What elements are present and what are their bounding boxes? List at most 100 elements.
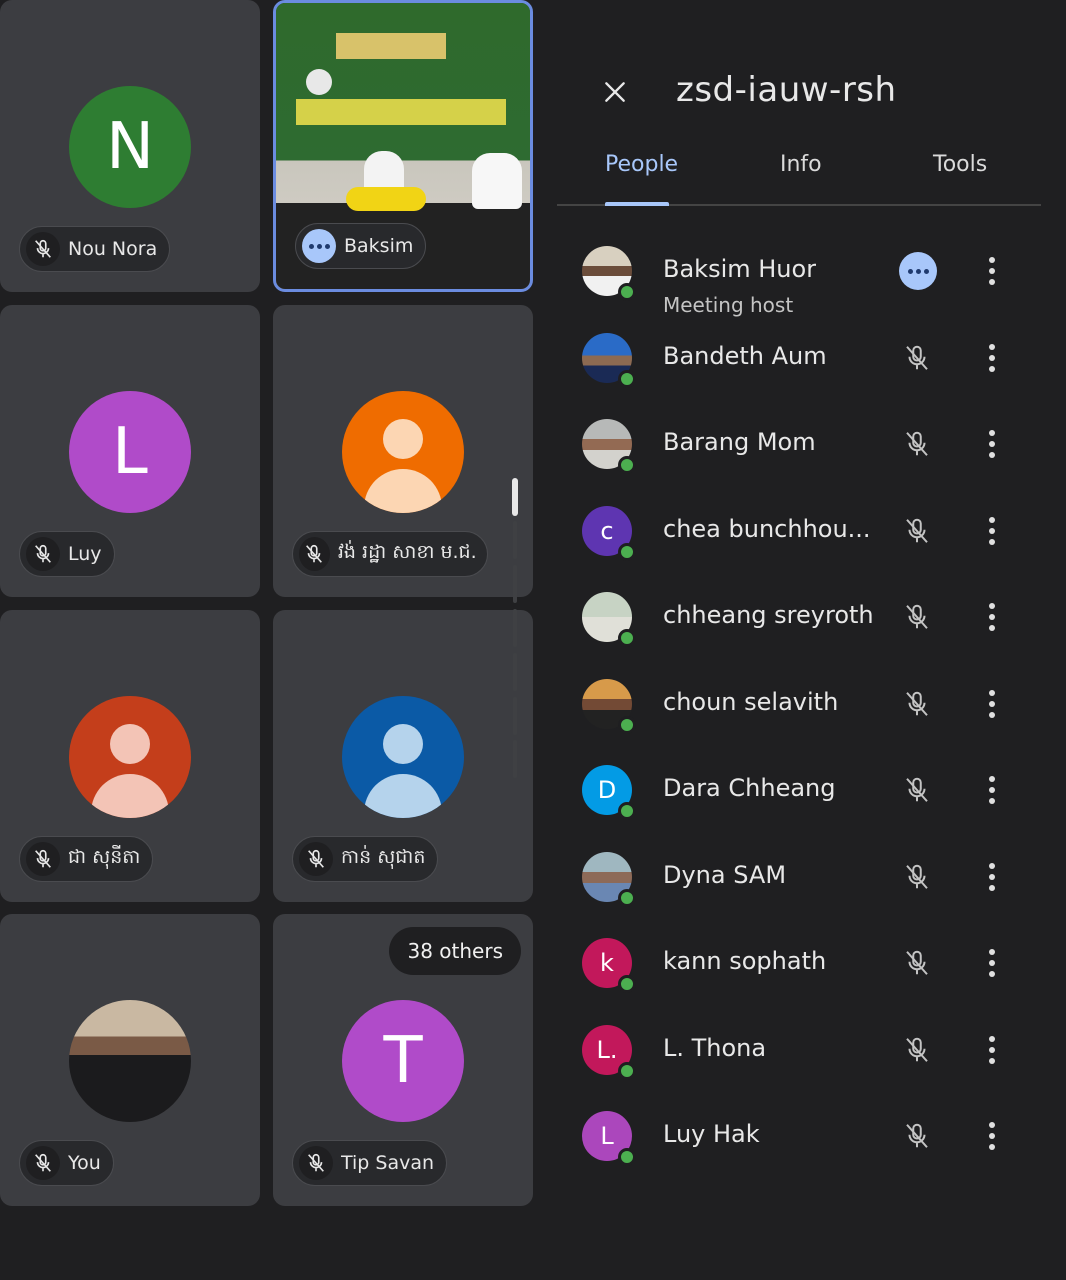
online-status-dot xyxy=(618,716,636,734)
mic-off-icon xyxy=(26,1146,60,1180)
participant-row[interactable]: L. L. Thona xyxy=(545,1006,1066,1092)
participant-name-pill: Luy xyxy=(19,531,115,577)
participant-tile[interactable]: កាន់ សុជាត xyxy=(273,610,533,902)
online-status-dot xyxy=(618,1148,636,1166)
scrollbar-page xyxy=(513,521,517,559)
participant-name: chheang sreyroth xyxy=(663,601,873,629)
online-status-dot xyxy=(618,370,636,388)
mic-off-icon[interactable] xyxy=(897,338,937,378)
participant-tile[interactable]: 38 others T Tip Savan xyxy=(273,914,533,1206)
mic-off-icon[interactable] xyxy=(897,424,937,464)
participant-row[interactable]: chheang sreyroth xyxy=(545,573,1066,659)
more-options-button[interactable] xyxy=(977,251,1007,291)
participant-name-pill: ជា សុនីតា xyxy=(19,836,154,882)
participant-name: Barang Mom xyxy=(663,428,816,456)
participant-name-pill: Tip Savan xyxy=(292,1140,448,1186)
avatar: L xyxy=(69,391,191,513)
tab-info[interactable]: Info xyxy=(780,152,822,177)
online-status-dot xyxy=(618,889,636,907)
video-grid: N Nou Nora Baksim L Luy វង់ រដ្ឋា សាខា ម… xyxy=(0,0,545,1280)
mic-off-icon[interactable] xyxy=(897,684,937,724)
online-status-dot xyxy=(618,283,636,301)
avatar xyxy=(69,696,191,818)
avatar xyxy=(342,391,464,513)
more-options-button[interactable] xyxy=(977,1030,1007,1070)
active-tab-indicator xyxy=(605,202,669,206)
more-options-button[interactable] xyxy=(977,338,1007,378)
participant-row[interactable]: c chea bunchhou... xyxy=(545,487,1066,573)
scrollbar-page xyxy=(513,740,517,778)
mic-off-icon[interactable] xyxy=(897,1030,937,1070)
participant-name: Baksim Huor xyxy=(663,255,817,283)
participant-name: Baksim xyxy=(344,235,414,257)
mic-off-icon xyxy=(26,232,60,266)
mic-off-icon[interactable] xyxy=(897,943,937,983)
more-options-button[interactable] xyxy=(977,511,1007,551)
online-status-dot xyxy=(618,802,636,820)
mic-off-icon xyxy=(26,842,60,876)
mic-off-icon xyxy=(299,1146,333,1180)
participant-row[interactable]: D Dara Chheang xyxy=(545,746,1066,832)
participant-tile[interactable]: ជា សុនីតា xyxy=(0,610,260,902)
online-status-dot xyxy=(618,629,636,647)
participant-tile-video[interactable]: Baksim xyxy=(273,0,533,292)
scrollbar-page xyxy=(513,565,517,603)
meeting-code: zsd-iauw-rsh xyxy=(676,70,897,110)
mic-off-icon xyxy=(299,842,333,876)
close-icon xyxy=(605,82,625,102)
participant-row[interactable]: choun selavith xyxy=(545,660,1066,746)
participant-row[interactable]: Bandeth Aum xyxy=(545,314,1066,400)
participant-name: ជា សុនីតា xyxy=(68,846,141,868)
participant-row[interactable]: Dyna SAM xyxy=(545,833,1066,919)
participant-row[interactable]: Baksim Huor Meeting host xyxy=(545,227,1066,317)
online-status-dot xyxy=(618,975,636,993)
mic-off-icon[interactable] xyxy=(897,857,937,897)
more-options-button[interactable] xyxy=(977,943,1007,983)
mic-off-icon[interactable] xyxy=(897,770,937,810)
mic-off-icon[interactable] xyxy=(897,597,937,637)
participant-tile[interactable]: វង់ រដ្ឋា សាខា ម.ជ.ជ xyxy=(273,305,533,597)
participant-tile[interactable]: N Nou Nora xyxy=(0,0,260,292)
scrollbar-page xyxy=(513,609,517,647)
tab-tools[interactable]: Tools xyxy=(933,152,987,177)
more-options-button[interactable] xyxy=(977,597,1007,637)
participant-name-pill: កាន់ សុជាត xyxy=(292,836,439,882)
participant-name: You xyxy=(68,1152,101,1174)
mic-off-icon[interactable] xyxy=(897,1116,937,1156)
participant-name: កាន់ សុជាត xyxy=(341,846,426,868)
speaking-indicator-icon xyxy=(302,229,336,263)
participant-name-pill: វង់ រដ្ឋា សាខា ម.ជ.ជ xyxy=(292,531,488,577)
people-panel: zsd-iauw-rsh People Info Tools Baksim Hu… xyxy=(545,0,1066,1280)
participant-name: L. Thona xyxy=(663,1034,767,1062)
scrollbar-page xyxy=(513,697,517,735)
participant-row[interactable]: k kann sophath xyxy=(545,919,1066,1005)
tab-people[interactable]: People xyxy=(605,152,678,177)
mic-off-icon[interactable] xyxy=(897,511,937,551)
avatar: N xyxy=(69,86,191,208)
mic-off-icon xyxy=(26,537,60,571)
mic-off-icon xyxy=(299,537,330,571)
participant-name: Luy Hak xyxy=(663,1120,760,1148)
more-options-button[interactable] xyxy=(977,770,1007,810)
more-options-button[interactable] xyxy=(977,684,1007,724)
more-options-button[interactable] xyxy=(977,857,1007,897)
participant-name: Tip Savan xyxy=(341,1152,435,1174)
others-count-badge[interactable]: 38 others xyxy=(389,927,521,975)
grid-scrollbar[interactable] xyxy=(512,478,518,778)
person-icon xyxy=(342,696,464,818)
self-tile[interactable]: You xyxy=(0,914,260,1206)
participant-name: choun selavith xyxy=(663,688,839,716)
participant-row[interactable]: Barang Mom xyxy=(545,400,1066,486)
more-options-button[interactable] xyxy=(977,1116,1007,1156)
close-button[interactable] xyxy=(593,70,637,114)
avatar xyxy=(342,696,464,818)
participant-name: Luy xyxy=(68,543,102,565)
participant-tile[interactable]: L Luy xyxy=(0,305,260,597)
scrollbar-thumb[interactable] xyxy=(512,478,518,516)
participant-name: Dara Chheang xyxy=(663,774,836,802)
panel-tabs: People Info Tools xyxy=(557,140,1041,206)
participant-row[interactable]: L Luy Hak xyxy=(545,1092,1066,1178)
online-status-dot xyxy=(618,456,636,474)
person-icon xyxy=(69,696,191,818)
more-options-button[interactable] xyxy=(977,424,1007,464)
